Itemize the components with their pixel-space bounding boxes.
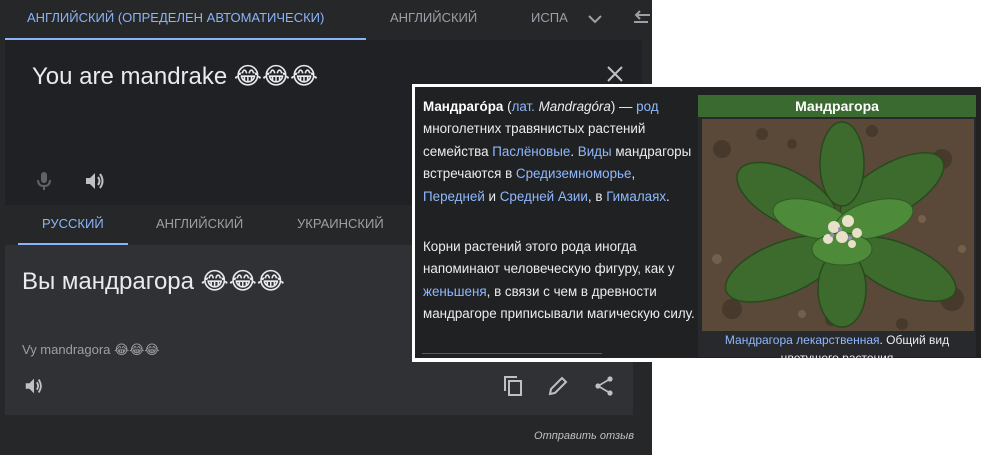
clear-text-icon[interactable] — [605, 64, 625, 84]
text-fragment: ) — — [610, 99, 637, 114]
article-intro-paragraph: Мандрагóра (лат. Mandragóra) — род много… — [423, 96, 695, 208]
edit-pencil-icon[interactable] — [547, 375, 569, 397]
article-term: Мандрагóра — [423, 99, 504, 114]
copy-icon[interactable] — [502, 375, 524, 397]
wikipedia-content: Мандрагóра (лат. Mandragóra) — род много… — [415, 87, 981, 358]
send-feedback-link[interactable]: Отправить отзыв — [534, 430, 634, 442]
tab-english-target[interactable]: АНГЛИЙСКИЙ — [156, 205, 243, 245]
speaker-icon[interactable] — [23, 375, 45, 397]
link-solanaceae[interactable]: Паслёновые — [492, 144, 570, 159]
text-fragment: , в — [587, 188, 607, 204]
mandrake-plant-image[interactable] — [702, 119, 974, 331]
tab-ukrainian-target[interactable]: УКРАИНСКИЙ — [297, 205, 384, 245]
link-species[interactable]: Виды — [578, 144, 612, 159]
text-fragment: . — [570, 143, 578, 159]
link-latin[interactable]: лат. — [512, 99, 535, 114]
swap-languages-icon[interactable] — [632, 8, 652, 28]
link-himalayas[interactable]: Гималаях — [606, 189, 666, 204]
tab-english-detected[interactable]: АНГЛИЙСКИЙ (ОПРЕДЕЛЕН АВТОМАТИЧЕСКИ) — [5, 0, 366, 40]
link-ginseng[interactable]: женьшеня — [423, 284, 487, 299]
infobox: Мандрагора Мандрагора лекарственная. Общ… — [698, 95, 976, 358]
tab-russian-target[interactable]: РУССКИЙ — [18, 205, 128, 245]
link-mandragora-officinarum[interactable]: Мандрагора лекарственная — [725, 333, 880, 347]
latin-term: Mandragóra — [534, 99, 611, 114]
divider — [422, 353, 602, 354]
text-fragment: Корни растений этого рода иногда напомин… — [423, 239, 675, 277]
source-language-tabs: АНГЛИЙСКИЙ (ОПРЕДЕЛЕН АВТОМАТИЧЕСКИ) АНГ… — [0, 0, 652, 40]
source-text[interactable]: You are mandrake 😂😂😂 — [32, 62, 318, 91]
tab-spanish-source[interactable]: ИСПА — [531, 0, 573, 40]
transliteration-text: Vy mandragora 😂😂😂 — [22, 342, 160, 357]
translation-text: Вы мандрагора 😂😂😂 — [22, 268, 285, 295]
chevron-down-icon[interactable] — [586, 10, 604, 28]
article-second-paragraph: Корни растений этого рода иногда напомин… — [423, 236, 695, 326]
infobox-title: Мандрагора — [698, 95, 976, 117]
link-mediterranean[interactable]: Средиземноморье — [516, 166, 632, 181]
share-icon[interactable] — [593, 375, 615, 397]
speaker-icon[interactable] — [83, 170, 107, 192]
text-fragment: , — [631, 166, 636, 182]
tab-english-source[interactable]: АНГЛИЙСКИЙ — [390, 0, 477, 40]
link-near-east[interactable]: Передней — [423, 189, 485, 204]
link-genus[interactable]: род — [636, 99, 658, 114]
text-fragment: . — [666, 188, 670, 204]
wikipedia-popup: Мандрагóра (лат. Mandragóra) — род много… — [412, 84, 986, 362]
text-fragment: и — [484, 188, 500, 204]
microphone-icon[interactable] — [33, 170, 55, 192]
infobox-caption: Мандрагора лекарственная. Общий вид цвет… — [698, 331, 976, 358]
link-central-asia[interactable]: Средней Азии — [500, 189, 588, 204]
text-fragment: ( — [503, 99, 512, 114]
